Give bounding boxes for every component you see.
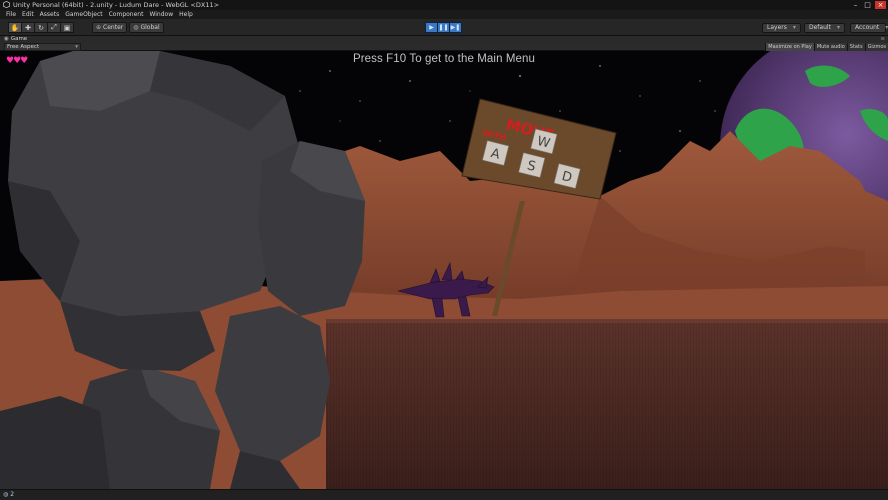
main-toolbar: ✋ ✚ ↻ ⤢ ▣ ⊕ Center ◍ Global ▶ ❚❚ ▶❚ Layers… bbox=[0, 19, 888, 36]
scale-tool-icon[interactable]: ⤢ bbox=[47, 22, 61, 33]
menu-component[interactable]: Component bbox=[109, 10, 144, 19]
space-label: Global bbox=[140, 24, 160, 31]
game-view-toolbar: Free Aspect ▾ Maximize on Play Mute audio… bbox=[0, 43, 888, 51]
game-scene: MOVE WITH W A S D bbox=[0, 51, 888, 489]
unity-logo-icon bbox=[3, 1, 10, 8]
game-view-icon: ◉ bbox=[4, 36, 9, 42]
maximize-on-play-toggle[interactable]: Maximize on Play bbox=[765, 43, 814, 51]
stats-toggle[interactable]: Stats bbox=[846, 43, 865, 51]
globe-icon: ◍ bbox=[133, 24, 139, 31]
menu-file[interactable]: File bbox=[6, 10, 16, 19]
mute-audio-toggle[interactable]: Mute audio bbox=[813, 43, 847, 51]
layers-dropdown[interactable]: Layers ▾ bbox=[762, 23, 801, 33]
step-button[interactable]: ▶❚ bbox=[449, 22, 462, 33]
game-view-options: Maximize on Play Mute audio Stats Gizmos bbox=[765, 43, 888, 51]
aspect-dropdown[interactable]: Free Aspect ▾ bbox=[4, 43, 81, 51]
info-icon: ◍ bbox=[3, 491, 9, 498]
menu-gameobject[interactable]: GameObject bbox=[65, 10, 102, 19]
main-menu-hint: Press F10 To get to the Main Menu bbox=[352, 53, 536, 65]
transform-tools: ✋ ✚ ↻ ⤢ ▣ bbox=[8, 22, 74, 33]
menu-bar: File Edit Assets GameObject Component Wi… bbox=[0, 10, 888, 19]
platform-block bbox=[326, 319, 888, 489]
pivot-toggles: ⊕ Center ◍ Global bbox=[92, 22, 166, 33]
menu-window[interactable]: Window bbox=[149, 10, 173, 19]
gizmos-toggle[interactable]: Gizmos bbox=[864, 43, 888, 51]
pivot-label: Center bbox=[103, 24, 124, 31]
hand-tool-icon[interactable]: ✋ bbox=[8, 22, 22, 33]
rock-character bbox=[0, 51, 365, 489]
move-tool-icon[interactable]: ✚ bbox=[21, 22, 35, 33]
menu-help[interactable]: Help bbox=[179, 10, 193, 19]
chevron-down-icon: ▾ bbox=[836, 24, 840, 31]
chevron-down-icon: ▾ bbox=[75, 44, 78, 50]
aspect-label: Free Aspect bbox=[7, 44, 40, 50]
pivot-global-button[interactable]: ◍ Global bbox=[129, 22, 164, 33]
game-tab[interactable]: ◉ Game ≡ bbox=[0, 36, 888, 43]
game-tab-label: Game bbox=[10, 36, 28, 42]
rotate-tool-icon[interactable]: ↻ bbox=[34, 22, 48, 33]
layout-dropdown[interactable]: Default ▾ bbox=[804, 23, 845, 33]
status-text: 2 bbox=[10, 491, 15, 498]
pivot-center-button[interactable]: ⊕ Center bbox=[92, 22, 128, 33]
window-titlebar: Unity Personal (64bit) - 2.unity - Ludum… bbox=[0, 0, 888, 10]
maximize-button[interactable]: □ bbox=[863, 1, 872, 9]
health-hearts: ♥♥♥ bbox=[6, 56, 28, 66]
account-dropdown[interactable]: Account ▾ bbox=[850, 23, 888, 33]
window-controls: – □ × bbox=[851, 0, 886, 10]
window-title: Unity Personal (64bit) - 2.unity - Ludum… bbox=[13, 1, 220, 9]
close-button[interactable]: × bbox=[875, 1, 886, 9]
playback-controls: ▶ ❚❚ ▶❚ bbox=[425, 22, 462, 33]
chevron-down-icon: ▾ bbox=[792, 24, 796, 31]
game-viewport[interactable]: MOVE WITH W A S D Press F10 To get to th… bbox=[0, 51, 888, 489]
status-bar: ◍ 2 bbox=[0, 489, 888, 500]
pivot-icon: ⊕ bbox=[96, 24, 102, 31]
menu-assets[interactable]: Assets bbox=[40, 10, 60, 19]
rect-tool-icon[interactable]: ▣ bbox=[60, 22, 74, 33]
tab-options-icon[interactable]: ≡ bbox=[880, 36, 885, 43]
layers-label: Layers bbox=[767, 24, 787, 31]
minimize-button[interactable]: – bbox=[851, 1, 860, 9]
layout-label: Default bbox=[809, 24, 831, 31]
account-label: Account bbox=[855, 24, 880, 31]
menu-edit[interactable]: Edit bbox=[22, 10, 34, 19]
